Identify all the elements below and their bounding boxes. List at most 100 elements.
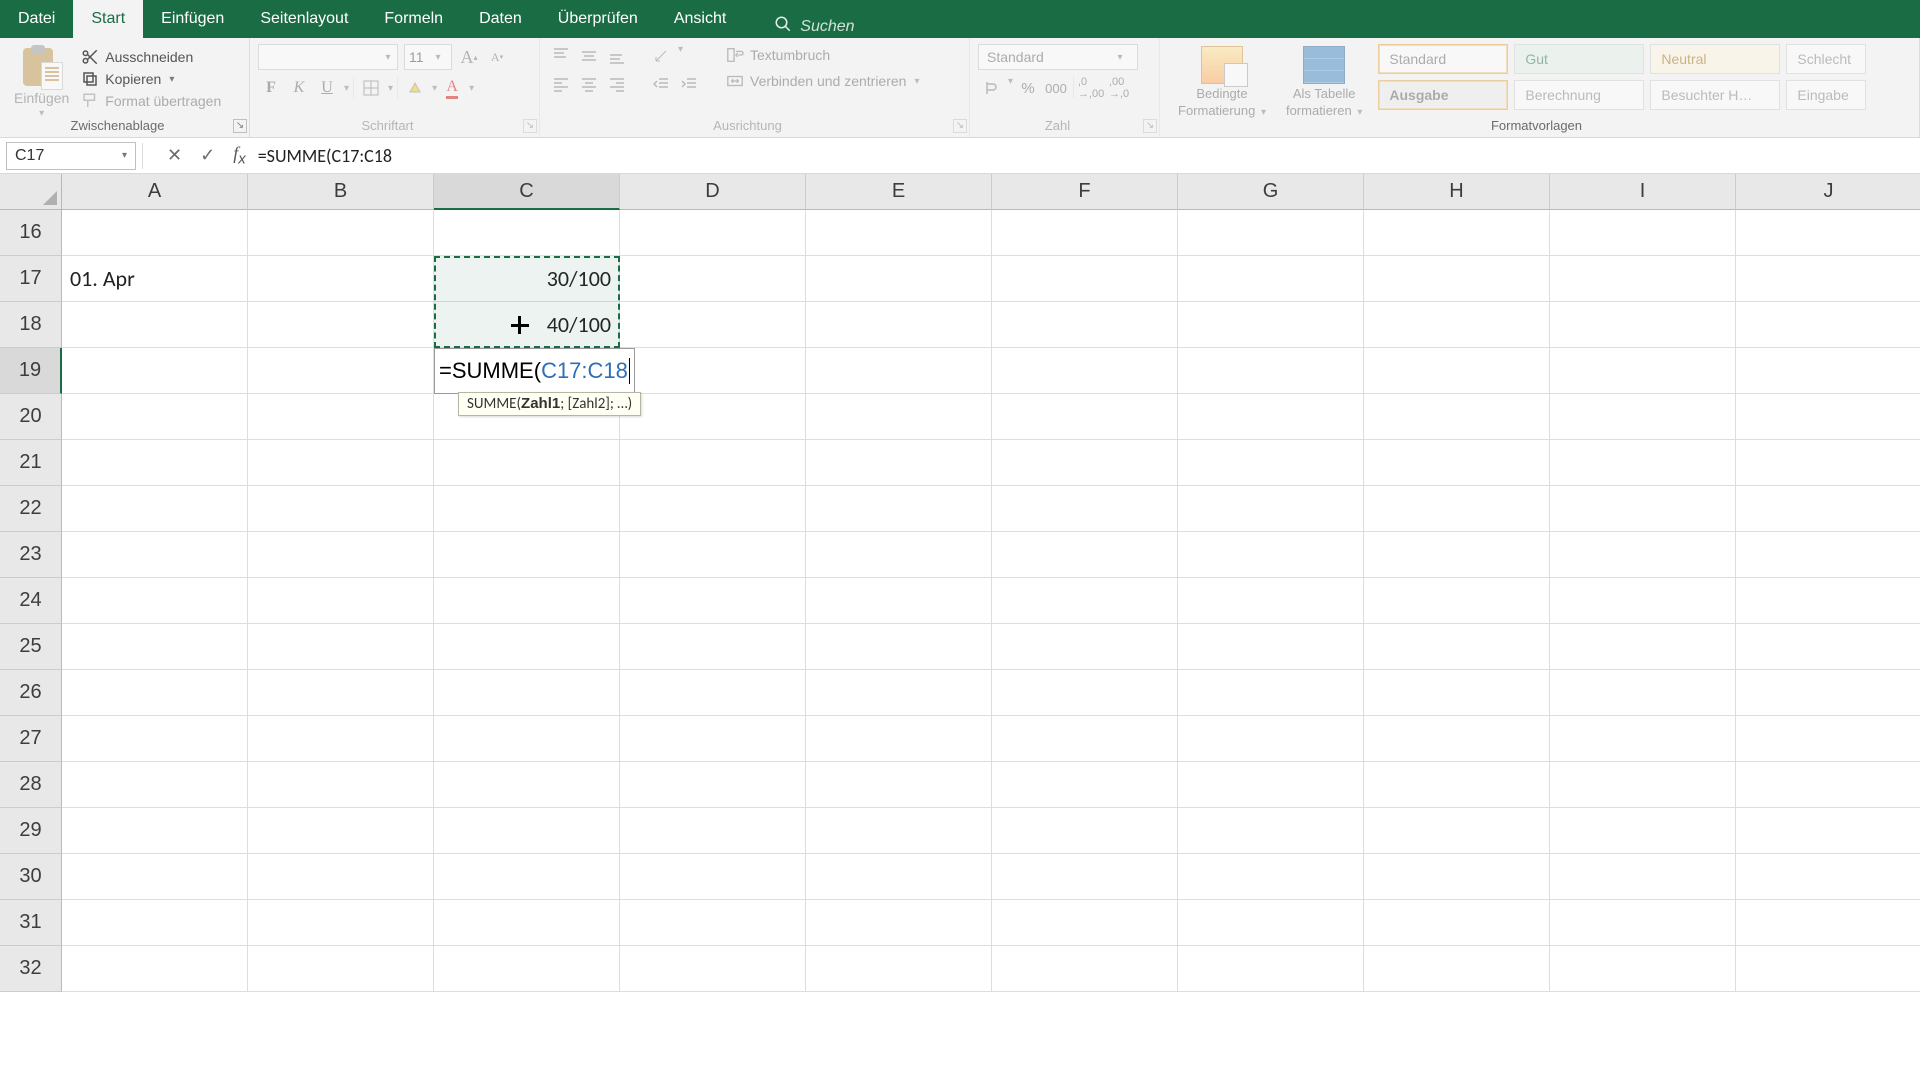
cell-B26[interactable] [248,670,434,716]
chevron-down-icon[interactable]: ▾ [344,83,349,94]
cell-H19[interactable] [1364,348,1550,394]
tab-ansicht[interactable]: Ansicht [656,0,744,38]
cell-D18[interactable] [620,302,806,348]
percent-format-button[interactable]: % [1015,76,1041,100]
cell-D23[interactable] [620,532,806,578]
cell-E31[interactable] [806,900,992,946]
chevron-down-icon[interactable]: ▾ [1008,76,1013,100]
column-header-F[interactable]: F [992,174,1178,210]
cell-D24[interactable] [620,578,806,624]
row-header-18[interactable]: 18 [0,302,62,348]
column-header-I[interactable]: I [1550,174,1736,210]
chevron-down-icon[interactable]: ▾ [388,83,393,94]
formula-input[interactable] [258,142,1920,170]
cell-style-besuchter[interactable]: Besuchter H… [1650,80,1780,110]
cell-G25[interactable] [1178,624,1364,670]
cell-B29[interactable] [248,808,434,854]
cell-J26[interactable] [1736,670,1920,716]
tab-formeln[interactable]: Formeln [366,0,461,38]
cell-F21[interactable] [992,440,1178,486]
cell-F25[interactable] [992,624,1178,670]
cell-J23[interactable] [1736,532,1920,578]
cell-B17[interactable] [248,256,434,302]
cell-H21[interactable] [1364,440,1550,486]
cell-F28[interactable] [992,762,1178,808]
cell-C18[interactable]: 40/100 [434,302,620,348]
cell-A32[interactable] [62,946,248,992]
cell-E32[interactable] [806,946,992,992]
cell-I31[interactable] [1550,900,1736,946]
cell-C28[interactable] [434,762,620,808]
cell-B28[interactable] [248,762,434,808]
cell-J18[interactable] [1736,302,1920,348]
cell-H27[interactable] [1364,716,1550,762]
cell-J32[interactable] [1736,946,1920,992]
cell-H26[interactable] [1364,670,1550,716]
tab-daten[interactable]: Daten [461,0,540,38]
cell-E20[interactable] [806,394,992,440]
cell-style-neutral[interactable]: Neutral [1650,44,1780,74]
cell-D29[interactable] [620,808,806,854]
row-header-25[interactable]: 25 [0,624,62,670]
cell-E25[interactable] [806,624,992,670]
increase-decimal-button[interactable]: ,0→,00 [1078,76,1104,100]
row-header-16[interactable]: 16 [0,210,62,256]
cell-C30[interactable] [434,854,620,900]
cell-I29[interactable] [1550,808,1736,854]
row-header-19[interactable]: 19 [0,348,62,394]
cell-I32[interactable] [1550,946,1736,992]
cell-F31[interactable] [992,900,1178,946]
cell-A24[interactable] [62,578,248,624]
cell-E26[interactable] [806,670,992,716]
align-middle-button[interactable] [576,44,602,68]
column-header-G[interactable]: G [1178,174,1364,210]
cell-G24[interactable] [1178,578,1364,624]
cell-I21[interactable] [1550,440,1736,486]
column-header-J[interactable]: J [1736,174,1920,210]
decrease-indent-button[interactable] [648,72,674,96]
cell-I30[interactable] [1550,854,1736,900]
cell-D20[interactable] [620,394,806,440]
cell-F22[interactable] [992,486,1178,532]
cell-B24[interactable] [248,578,434,624]
cut-button[interactable]: Ausschneiden [81,48,221,66]
decrease-decimal-button[interactable]: ,00→,0 [1106,76,1132,100]
cell-H23[interactable] [1364,532,1550,578]
cell-E21[interactable] [806,440,992,486]
cell-A29[interactable] [62,808,248,854]
cell-I18[interactable] [1550,302,1736,348]
cell-I25[interactable] [1550,624,1736,670]
cell-E23[interactable] [806,532,992,578]
cell-H30[interactable] [1364,854,1550,900]
cell-G17[interactable] [1178,256,1364,302]
cell-B19[interactable] [248,348,434,394]
enter-formula-button[interactable]: ✓ [200,145,215,166]
cell-H31[interactable] [1364,900,1550,946]
cell-D22[interactable] [620,486,806,532]
cell-G32[interactable] [1178,946,1364,992]
insert-function-button[interactable]: fx [233,143,246,168]
cell-I20[interactable] [1550,394,1736,440]
cell-A17[interactable]: 01. Apr [62,256,248,302]
column-header-B[interactable]: B [248,174,434,210]
cell-D30[interactable] [620,854,806,900]
column-header-D[interactable]: D [620,174,806,210]
cell-I28[interactable] [1550,762,1736,808]
paste-button[interactable]: Einfügen ▾ [8,44,75,123]
italic-button[interactable]: K [286,76,312,100]
cell-F17[interactable] [992,256,1178,302]
cell-style-berechnung[interactable]: Berechnung [1514,80,1644,110]
cell-H17[interactable] [1364,256,1550,302]
name-box[interactable]: C17 ▾ [6,142,136,170]
cell-F20[interactable] [992,394,1178,440]
tab-einfuegen[interactable]: Einfügen [143,0,242,38]
number-format-combo[interactable]: Standard▾ [978,44,1138,70]
cell-F23[interactable] [992,532,1178,578]
cell-C22[interactable] [434,486,620,532]
cell-A22[interactable] [62,486,248,532]
cell-C24[interactable] [434,578,620,624]
cell-C17[interactable]: 30/100 [434,256,620,302]
cell-C23[interactable] [434,532,620,578]
align-center-button[interactable] [576,72,602,96]
format-painter-button[interactable]: Format übertragen [81,92,221,110]
